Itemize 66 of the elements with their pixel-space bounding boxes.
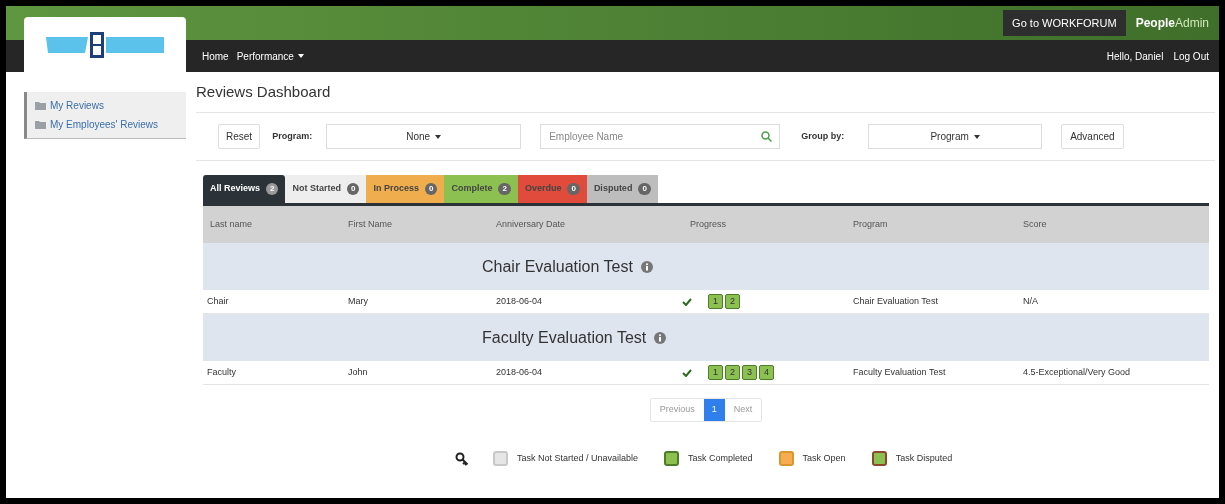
- logo-icon: [46, 32, 164, 58]
- count-badge: 2: [266, 183, 279, 195]
- legend-label: Task Not Started / Unavailable: [517, 451, 639, 465]
- count-badge: 0: [425, 183, 438, 195]
- group-by-label: Group by:: [801, 129, 845, 143]
- task-step[interactable]: 1: [708, 294, 723, 309]
- column-header: Progress: [689, 217, 727, 231]
- nav-link[interactable]: Performance: [236, 48, 304, 64]
- column-header: Program: [852, 217, 889, 231]
- column-header: Anniversary Date: [495, 217, 567, 231]
- task-step[interactable]: 3: [742, 365, 757, 380]
- brand-name: PeopleAdmin: [1135, 15, 1209, 32]
- filter-tab[interactable]: Complete 2: [444, 175, 518, 203]
- table-cell-text: 4.5-Exceptional/Very Good: [1022, 365, 1132, 379]
- column-header: Last name: [209, 217, 254, 231]
- advanced-button[interactable]: Advanced: [1061, 124, 1124, 149]
- filter-tab[interactable]: All Reviews 2: [203, 175, 286, 203]
- group-by-dropdown[interactable]: Program: [868, 124, 1043, 149]
- search-icon[interactable]: [761, 131, 773, 142]
- folder-icon: [35, 120, 46, 129]
- workforum-button[interactable]: Go to WORKFORUM: [1003, 10, 1126, 36]
- table-cell-text: 2018-06-04: [495, 365, 544, 379]
- count-badge: 0: [347, 183, 360, 195]
- table-cell-text: Faculty Evaluation Test: [852, 365, 947, 379]
- logout-link[interactable]: Log Out: [1173, 48, 1209, 64]
- page-title: Reviews Dashboard: [196, 81, 331, 102]
- page-link[interactable]: 1: [703, 399, 725, 421]
- task-step[interactable]: 2: [725, 365, 740, 380]
- legend-label: Task Completed: [688, 451, 753, 465]
- column-header: Score: [1022, 217, 1048, 231]
- table-cell-text: N/A: [1022, 294, 1039, 308]
- info-icon: [654, 331, 667, 344]
- filter-tab[interactable]: In Process 0: [366, 175, 445, 203]
- column-header: First Name: [347, 217, 393, 231]
- count-badge: 2: [498, 183, 511, 195]
- count-badge: 0: [638, 183, 651, 195]
- task-step[interactable]: 1: [708, 365, 723, 380]
- reset-button[interactable]: Reset: [218, 124, 261, 149]
- legend-label: Task Open: [802, 451, 846, 465]
- filter-tab[interactable]: Not Started 0: [285, 175, 367, 203]
- filter-tab[interactable]: Disputed 0: [586, 175, 658, 203]
- table-cell-text: John: [347, 365, 369, 379]
- legend-label: Task Disputed: [895, 451, 953, 465]
- task-step[interactable]: 4: [759, 365, 774, 380]
- program-label: Program:: [272, 129, 313, 143]
- sidebar-item[interactable]: My Reviews: [27, 96, 186, 115]
- group-title: Faculty Evaluation Test: [482, 327, 647, 348]
- filter-dropdown[interactable]: None: [326, 124, 522, 149]
- table-cell-text: Faculty: [206, 365, 237, 379]
- sidebar-item[interactable]: My Employees' Reviews: [27, 115, 186, 134]
- greeting: Hello, Daniel: [1106, 49, 1164, 64]
- count-badge: 0: [567, 183, 580, 195]
- group-title: Chair Evaluation Test: [482, 256, 633, 277]
- folder-icon: [35, 101, 46, 110]
- table-cell-text: Chair: [206, 294, 230, 308]
- table-cell-text: Mary: [347, 294, 369, 308]
- info-icon: [640, 260, 653, 273]
- key-icon: [455, 451, 469, 466]
- caret-icon: [973, 134, 980, 139]
- table-cell-text: 2018-06-04: [495, 294, 544, 308]
- filter-tab[interactable]: Overdue 0: [517, 175, 587, 203]
- table-cell-text: Chair Evaluation Test: [852, 294, 939, 308]
- employee-search-field[interactable]: Employee Name: [540, 124, 781, 149]
- task-step[interactable]: 2: [725, 294, 740, 309]
- nav-link[interactable]: Home: [202, 48, 229, 64]
- caret-icon: [435, 134, 442, 139]
